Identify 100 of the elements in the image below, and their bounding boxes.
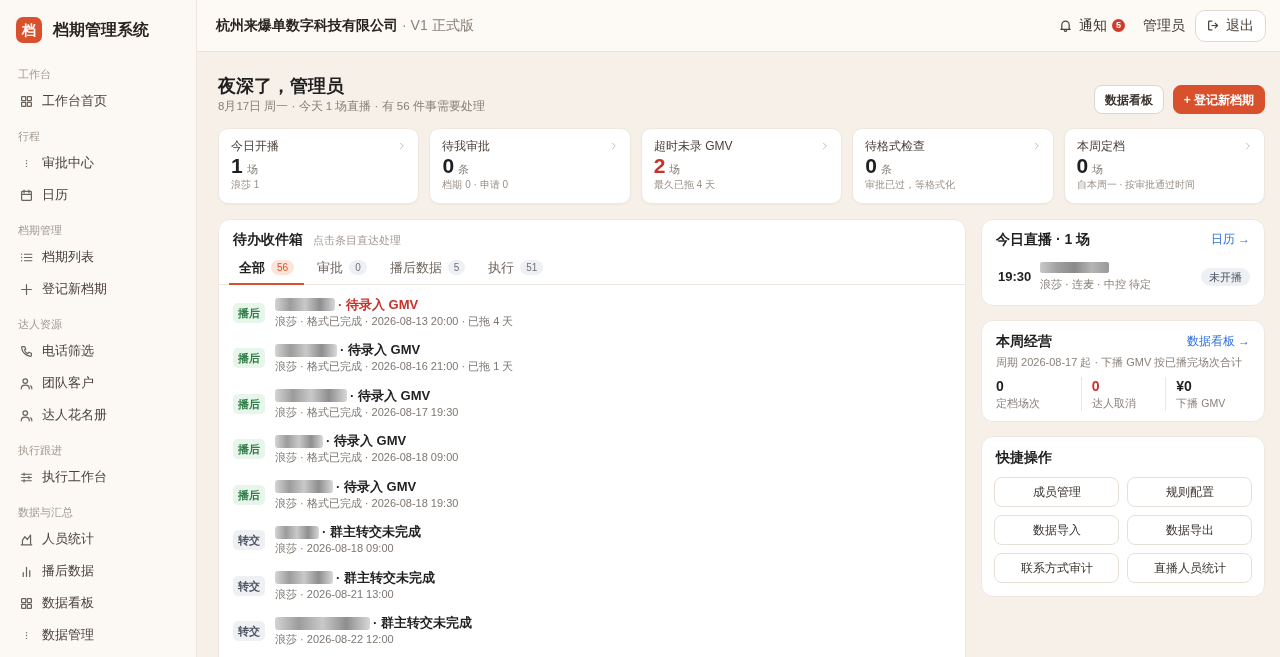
- sidebar-item[interactable]: 日历: [8, 179, 188, 211]
- metric-label: 定档场次: [996, 396, 1041, 411]
- stat-unit: 场: [1092, 162, 1104, 177]
- stat-value: 2: [653, 154, 666, 178]
- stat-card[interactable]: 超时未录 GMV 2 场 最久已拖 4 天: [640, 128, 843, 204]
- sidebar-item[interactable]: 数据管理: [8, 619, 188, 651]
- item-meta: 浪莎 · 2026-08-18 09:00: [275, 541, 395, 557]
- item-title[interactable]: · 待录入 GMV: [340, 342, 421, 359]
- item-title[interactable]: · 群主转交未完成: [322, 524, 421, 541]
- stat-card[interactable]: 今日开播 1 场 浪莎 1: [218, 128, 420, 204]
- stat-label: 超时未录 GMV: [653, 138, 733, 154]
- quick-action-button[interactable]: 成员管理: [994, 477, 1119, 507]
- inbox-tab[interactable]: 执行 51: [478, 252, 554, 285]
- calendar-link[interactable]: 日历 →: [1210, 230, 1250, 248]
- redaction-block: [275, 525, 319, 539]
- section-label: 工作台: [17, 67, 52, 81]
- item-title[interactable]: · 待录入 GMV: [350, 387, 431, 404]
- sidebar-item[interactable]: 档期列表: [8, 241, 188, 273]
- plus-icon: [20, 282, 33, 296]
- sidebar-item[interactable]: 电话筛选: [8, 335, 188, 367]
- sidebar-item[interactable]: 播后数据: [8, 555, 188, 587]
- chevron-right-icon: [1244, 142, 1252, 150]
- metric-value: 0: [1091, 377, 1101, 395]
- logo-badge: 档: [16, 17, 42, 43]
- quick-action-button[interactable]: 联系方式审计: [994, 553, 1119, 583]
- stat-label: 待格式检查: [865, 138, 926, 154]
- greeting-subtitle: 8月17日 周一 · 今天 1 场直播 · 有 56 件事需要处理: [218, 99, 485, 114]
- redaction-block: [1040, 262, 1109, 273]
- company-name: 杭州来爆单数字科技有限公司: [216, 16, 398, 35]
- panel-title: 快捷操作: [994, 448, 1053, 467]
- item-title[interactable]: · 待录入 GMV: [326, 433, 407, 450]
- item-title[interactable]: · 群主转交未完成: [336, 569, 435, 586]
- sidebar-item[interactable]: 登记新档期: [8, 273, 188, 305]
- chevron-right-icon: [609, 142, 618, 150]
- notifications-button[interactable]: 通知: [1059, 15, 1107, 36]
- redaction-block: [275, 434, 323, 448]
- quick-action-button[interactable]: 数据导入: [994, 515, 1119, 545]
- inbox-hint: 点击条目直达处理: [313, 233, 401, 248]
- phone-icon: [20, 344, 33, 358]
- chevron-right-icon: [1032, 142, 1041, 150]
- weekly-note: 周期 2026-08-17 起 · 下播 GMV 按已播完场次合计: [996, 355, 1244, 370]
- live-time: 19:30: [997, 268, 1033, 287]
- metric-value: 0: [996, 377, 1005, 395]
- sidebar-item[interactable]: 执行工作台: [8, 461, 188, 493]
- stat-card[interactable]: 待格式检查 0 条 审批已过，等格式化: [852, 128, 1054, 204]
- section-label: 执行跟进: [17, 443, 63, 457]
- calendar-icon: [20, 188, 33, 202]
- item-meta: 浪莎 · 格式已完成 · 2026-08-18 09:00: [275, 450, 459, 466]
- inbox-title: 待办收件箱: [233, 230, 303, 249]
- sidebar-item[interactable]: 数据看板: [8, 587, 188, 619]
- dashboard-link[interactable]: 数据看板 →: [1186, 332, 1250, 350]
- redaction-block: [275, 298, 335, 312]
- user-name: 管理员: [1143, 16, 1185, 35]
- stat-card[interactable]: 本周定档 0 场 自本周一 · 按审批通过时间: [1063, 128, 1265, 204]
- grid-icon: [20, 94, 33, 108]
- sliders-icon: [20, 470, 33, 484]
- stat-label: 待我审批: [442, 138, 491, 154]
- user-icon: [20, 408, 33, 422]
- stat-value: 1: [231, 154, 243, 178]
- status-tag: 播后: [233, 484, 265, 505]
- stat-note: 自本周一 · 按审批通过时间: [1076, 178, 1197, 192]
- count-badge: 5: [447, 260, 466, 275]
- inbox-tab[interactable]: 全部 56: [229, 252, 305, 285]
- item-title[interactable]: · 群主转交未完成: [373, 615, 472, 632]
- item-meta: 浪莎 · 格式已完成 · 2026-08-16 21:00 · 已拖 1 天: [275, 359, 514, 375]
- chevron-right-icon: [398, 142, 407, 150]
- logout-icon: [1207, 19, 1220, 32]
- redaction-block: [275, 480, 333, 494]
- new-booking-button[interactable]: + 登记新档期: [1172, 85, 1265, 114]
- stat-label: 今日开播: [231, 138, 279, 154]
- item-meta: 浪莎 · 格式已完成 · 2026-08-13 20:00 · 已拖 4 天: [275, 313, 514, 329]
- logout-button[interactable]: 退出: [1195, 9, 1266, 42]
- item-title[interactable]: · 待录入 GMV: [338, 296, 419, 313]
- status-tag: 播后: [233, 393, 265, 414]
- sidebar-item[interactable]: 达人花名册: [8, 399, 188, 431]
- metric-value: ¥0: [1176, 377, 1193, 395]
- inbox-tab[interactable]: 审批 0: [307, 252, 377, 285]
- sidebar-item[interactable]: 工作台首页: [8, 85, 188, 117]
- quick-action-button[interactable]: 直播人员统计: [1127, 553, 1252, 583]
- count-badge: 0: [349, 260, 367, 275]
- quick-action-button[interactable]: 数据导出: [1127, 515, 1252, 545]
- item-meta: 浪莎 · 格式已完成 · 2026-08-18 19:30: [275, 495, 459, 511]
- version-label: · V1 正式版: [402, 16, 474, 35]
- dashboard-button[interactable]: 数据看板: [1093, 85, 1164, 114]
- greeting-title: 夜深了，管理员: [218, 75, 345, 98]
- status-tag: 转交: [233, 530, 265, 551]
- stat-note: 审批已过，等格式化: [865, 178, 957, 192]
- section-label: 行程: [17, 129, 41, 143]
- sidebar-item[interactable]: 团队客户: [8, 367, 188, 399]
- sidebar-item[interactable]: 审批中心: [8, 147, 188, 179]
- app-title: 档期管理系统: [53, 20, 149, 40]
- redaction-block: [275, 571, 333, 585]
- line-chart-icon: [20, 532, 33, 546]
- quick-action-button[interactable]: 规则配置: [1127, 477, 1252, 507]
- item-title[interactable]: · 待录入 GMV: [336, 478, 417, 495]
- stat-note: 最久已拖 4 天: [653, 178, 716, 192]
- sidebar-item[interactable]: 人员统计: [8, 523, 188, 555]
- inbox-tab[interactable]: 播后数据 5: [379, 252, 476, 285]
- stat-card[interactable]: 待我审批 0 条 档期 0 · 申请 0: [429, 128, 631, 204]
- stat-value: 0: [442, 154, 455, 178]
